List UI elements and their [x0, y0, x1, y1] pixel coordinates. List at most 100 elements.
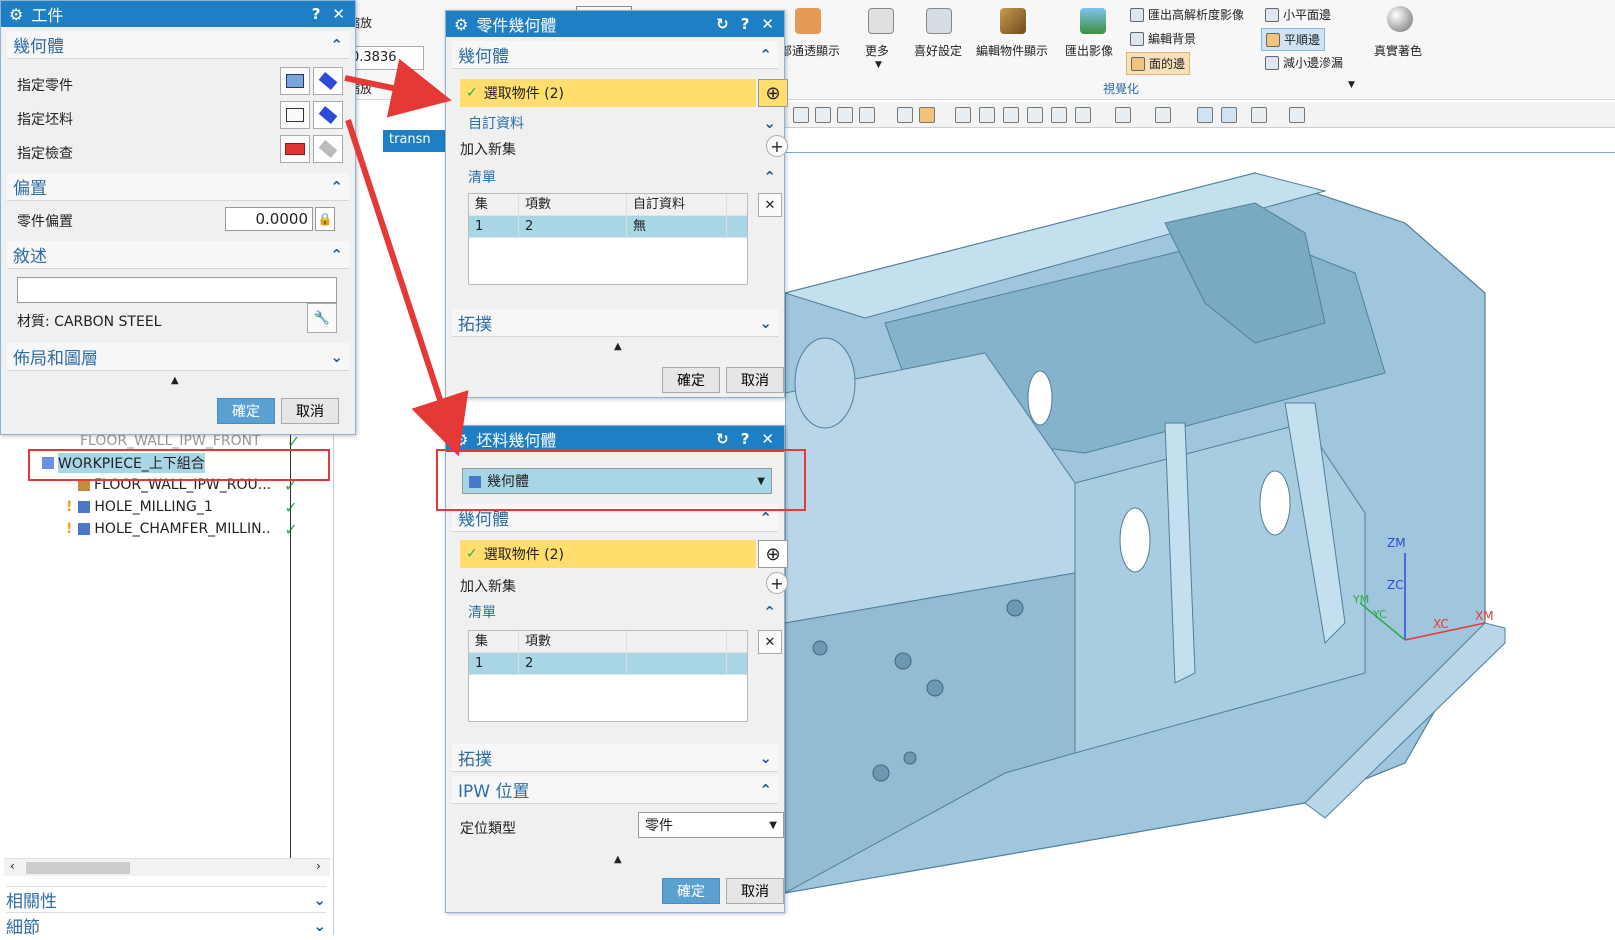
part-geometry-dialog: ⚙ 零件幾何體 ↻? ✕ 幾何體 ⌃ ✓ 選取物件 (2) ⊕ 自訂資料 ⌄ 加入新集… — [445, 10, 788, 398]
description-section[interactable]: 敘述 ⌃ — [7, 241, 349, 269]
ribbon-edit-display-label[interactable]: 編輯物件顯示 — [976, 42, 1048, 59]
toolbar-icon[interactable] — [859, 107, 875, 123]
geometry-section[interactable]: 幾何體 ⌃ — [452, 41, 778, 69]
custom-data-section[interactable]: 自訂資料 ⌄ — [468, 113, 776, 133]
crosshair-icon[interactable]: ⊕ — [758, 79, 788, 107]
scroll-left-icon[interactable]: ‹ — [10, 859, 15, 873]
toolbar-icon[interactable] — [955, 107, 971, 123]
part-offset-input[interactable]: 0.0000 — [225, 207, 313, 231]
smooth-edges-item[interactable]: 平順邊 — [1261, 28, 1326, 51]
toolbar-icon[interactable] — [919, 107, 935, 123]
export-image-icon[interactable] — [1080, 8, 1106, 34]
ribbon-export-image-label[interactable]: 匯出影像 — [1065, 42, 1113, 59]
toolbar-icon[interactable] — [1027, 107, 1043, 123]
flashlight-icon[interactable] — [313, 101, 343, 129]
facet-edges-item[interactable]: 小平面邊 — [1265, 6, 1331, 23]
list-section[interactable]: 清單 ⌃ — [468, 167, 776, 187]
group-dropdown-icon[interactable]: ▼ — [1348, 80, 1355, 90]
scroll-right-icon[interactable]: › — [316, 859, 321, 873]
ok-button[interactable]: 確定 — [217, 398, 275, 424]
table-row[interactable]: 1 2 無 — [469, 216, 747, 238]
export-hires-item[interactable]: 匯出高解析度影像 — [1130, 6, 1244, 23]
scrollbar-thumb[interactable] — [26, 862, 130, 874]
offset-section[interactable]: 偏置 ⌃ — [7, 173, 349, 201]
nav-row-hole-milling[interactable]: ! HOLE_MILLING_1 ✓ — [0, 496, 330, 518]
wrench-icon[interactable]: 🔧 — [307, 303, 337, 333]
list-section[interactable]: 清單 ⌃ — [468, 602, 776, 622]
nav-row-hole-chamfer[interactable]: ! HOLE_CHAMFER_MILLIN... ✓ — [0, 518, 330, 540]
toolbar-icon[interactable] — [897, 107, 913, 123]
flashlight-icon[interactable] — [313, 67, 343, 95]
preferences-icon[interactable] — [926, 8, 952, 34]
graphics-window[interactable]: ZM ZC XC XM YM YC — [783, 152, 1615, 935]
details-section[interactable]: 細節 ⌄ — [6, 912, 326, 938]
ribbon-preferences-label[interactable]: 喜好設定 — [914, 42, 962, 59]
toolbar-icon[interactable] — [1051, 107, 1067, 123]
ribbon-true-shading-label[interactable]: 真實著色 — [1374, 42, 1422, 59]
select-objects-row[interactable]: ✓ 選取物件 (2) — [460, 79, 756, 107]
toolbar-icon[interactable] — [1075, 107, 1091, 123]
zoom-input[interactable]: 0.3836 — [346, 46, 424, 70]
face-edges-item[interactable]: 面的邊 — [1126, 52, 1191, 75]
dependencies-section[interactable]: 相關性 ⌄ — [6, 886, 326, 912]
part-geometry-icon[interactable] — [280, 67, 310, 95]
more-icon[interactable] — [868, 8, 894, 34]
toolbar-icon[interactable] — [1003, 107, 1019, 123]
toolbar-icon[interactable] — [1155, 107, 1171, 123]
add-set-icon[interactable]: + — [766, 135, 788, 157]
table-row[interactable]: 1 2 — [469, 653, 747, 675]
toolbar-icon[interactable] — [1221, 107, 1237, 123]
geometry-section[interactable]: 幾何體 ⌃ — [7, 31, 349, 59]
position-type-dropdown[interactable]: 零件 ▼ — [638, 812, 784, 838]
true-shading-icon[interactable] — [1387, 6, 1413, 32]
reduce-bleed-item[interactable]: 減小邊滲漏 — [1265, 54, 1343, 71]
part-tab[interactable]: transn — [383, 130, 453, 152]
close-icon[interactable]: ✕ — [761, 430, 774, 448]
help-icon[interactable]: ? — [741, 430, 750, 448]
toolbar-icon[interactable] — [1115, 107, 1131, 123]
select-objects-row[interactable]: ✓ 選取物件 (2) — [460, 540, 756, 568]
collapse-icon[interactable]: ▲ — [171, 375, 179, 386]
crosshair-icon[interactable]: ⊕ — [758, 540, 788, 568]
ipw-position-section[interactable]: IPW 位置 ⌃ — [452, 776, 778, 804]
horizontal-scrollbar[interactable]: ‹ › — [4, 858, 330, 876]
delete-icon[interactable]: ✕ — [758, 193, 782, 217]
ok-button[interactable]: 確定 — [662, 878, 720, 904]
help-icon[interactable]: ? — [312, 5, 321, 23]
ribbon-more-label[interactable]: 更多 — [865, 42, 889, 59]
lock-icon[interactable]: 🔒 — [315, 207, 335, 231]
add-set-icon[interactable]: + — [766, 572, 788, 594]
description-input[interactable] — [17, 277, 337, 303]
cancel-button[interactable]: 取消 — [726, 367, 784, 393]
reset-icon[interactable]: ↻ — [716, 15, 729, 33]
delete-icon[interactable]: ✕ — [758, 630, 782, 654]
table-header: 集 項數 — [469, 631, 747, 653]
close-icon[interactable]: ✕ — [332, 5, 345, 23]
topology-section[interactable]: 拓撲 ⌄ — [452, 309, 778, 337]
collapse-icon[interactable]: ▲ — [614, 341, 622, 352]
transparency-icon[interactable] — [795, 8, 821, 34]
toolbar-icon[interactable] — [1289, 107, 1305, 123]
toolbar-icon[interactable] — [837, 107, 853, 123]
collapse-icon[interactable]: ▲ — [614, 854, 622, 865]
ribbon-transparency-label[interactable]: 部通透顯示 — [780, 42, 840, 59]
toolbar-icon[interactable] — [979, 107, 995, 123]
topology-section[interactable]: 拓撲 ⌄ — [452, 744, 778, 772]
edit-display-icon[interactable] — [1000, 8, 1026, 34]
cancel-button[interactable]: 取消 — [726, 878, 784, 904]
toolbar-icon[interactable] — [815, 107, 831, 123]
reset-icon[interactable]: ↻ — [716, 430, 729, 448]
help-icon[interactable]: ? — [741, 15, 750, 33]
edit-background-item[interactable]: 編輯背景 — [1130, 30, 1196, 47]
ok-button[interactable]: 確定 — [662, 367, 720, 393]
cube-icon — [286, 74, 304, 88]
toolbar-icon[interactable] — [1197, 107, 1213, 123]
cancel-button[interactable]: 取消 — [281, 398, 339, 424]
check-geometry-icon[interactable] — [280, 135, 310, 163]
more-dropdown-icon[interactable]: ▼ — [875, 60, 882, 70]
toolbar-icon[interactable] — [793, 107, 809, 123]
layout-layer-section[interactable]: 佈局和圖層 ⌄ — [7, 343, 349, 371]
close-icon[interactable]: ✕ — [761, 15, 774, 33]
toolbar-icon[interactable] — [1251, 107, 1267, 123]
blank-geometry-icon[interactable] — [280, 101, 310, 129]
